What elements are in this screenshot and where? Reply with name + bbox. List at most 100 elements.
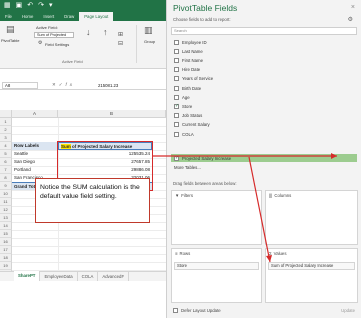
pivot-row-label[interactable]: San Diego xyxy=(12,158,58,166)
drag-fields-label: Drag fields between areas below: xyxy=(173,181,237,186)
undo-icon[interactable]: ↶ xyxy=(27,0,33,12)
field-item[interactable]: First Name xyxy=(174,56,203,64)
field-checkbox[interactable] xyxy=(174,122,179,128)
field-item[interactable]: Projected Salary Increase xyxy=(171,154,357,162)
row-header[interactable]: 19 xyxy=(0,262,12,270)
field-checkbox[interactable] xyxy=(174,113,179,119)
field-checkbox[interactable] xyxy=(174,48,179,54)
close-icon[interactable]: × xyxy=(351,4,355,11)
values-area[interactable] xyxy=(265,248,358,303)
rows-pill-store[interactable]: Store xyxy=(174,262,259,270)
gridline-horizontal xyxy=(12,230,166,231)
save-icon[interactable]: ▣ xyxy=(16,0,23,12)
field-checkbox[interactable] xyxy=(174,155,179,161)
field-checkbox[interactable] xyxy=(174,85,179,91)
fx-icon[interactable]: fx xyxy=(66,82,76,87)
row-header[interactable]: 15 xyxy=(0,230,12,238)
row-header[interactable]: 11 xyxy=(0,198,12,206)
row-header[interactable]: 12 xyxy=(0,206,12,214)
field-settings-button[interactable]: Field Settings xyxy=(45,42,69,47)
row-header[interactable]: 3 xyxy=(0,134,12,142)
row-header[interactable]: 16 xyxy=(0,238,12,246)
field-checkbox[interactable] xyxy=(174,76,179,82)
redo-icon[interactable]: ↷ xyxy=(38,0,44,12)
row-header[interactable]: 9 xyxy=(0,182,12,190)
field-item[interactable]: Employee ID xyxy=(174,38,207,46)
field-label: COLA xyxy=(182,131,194,137)
gear-icon[interactable]: ⚙ xyxy=(348,16,353,23)
sheet-tab-advancedf[interactable]: AdvancedF xyxy=(98,271,130,282)
field-checkbox[interactable] xyxy=(174,39,179,45)
values-label: Values xyxy=(273,251,287,256)
row-header[interactable]: 13 xyxy=(0,214,12,222)
row-header[interactable]: 8 xyxy=(0,174,12,182)
field-checkbox[interactable] xyxy=(174,57,179,63)
sheet-tab-cola[interactable]: COLA xyxy=(78,271,99,282)
tab-file[interactable]: File xyxy=(0,14,17,19)
field-checkbox[interactable] xyxy=(174,94,179,100)
drill-down-icon[interactable]: ↓ xyxy=(86,27,91,37)
row-header[interactable]: 18 xyxy=(0,254,12,262)
field-item[interactable]: Store xyxy=(174,102,192,110)
row-header[interactable]: 2 xyxy=(0,126,12,134)
field-item[interactable]: Age xyxy=(174,93,190,101)
row-header[interactable]: 6 xyxy=(0,158,12,166)
field-checkbox[interactable] xyxy=(174,103,179,109)
expand-field-icon[interactable]: ⊞ xyxy=(118,31,123,38)
row-header[interactable]: 14 xyxy=(0,222,12,230)
tab-home[interactable]: Home xyxy=(17,14,38,19)
field-item[interactable]: Last Name xyxy=(174,47,203,55)
select-all-corner[interactable] xyxy=(0,110,12,118)
gridline-horizontal xyxy=(12,126,166,127)
defer-checkbox[interactable] xyxy=(173,308,178,313)
pivottable-button[interactable]: PivotTable xyxy=(1,38,19,43)
more-tables-link[interactable]: More Tables... xyxy=(174,165,201,170)
columns-area[interactable] xyxy=(265,190,358,245)
name-box[interactable]: A8 xyxy=(2,82,38,89)
active-field-input[interactable]: Sum of Projected xyxy=(34,32,74,38)
pivot-row-labels-header[interactable]: Row Labels xyxy=(12,142,58,150)
defer-label: Defer Layout Update xyxy=(181,308,221,313)
values-pill-sum[interactable]: Sum of Projected Salary Increase xyxy=(268,262,355,270)
field-item[interactable]: Years of Service xyxy=(174,75,213,83)
search-input[interactable]: Search xyxy=(171,27,357,35)
tab-page-layout[interactable]: Page Layout xyxy=(79,12,114,21)
field-item[interactable]: Hire Date xyxy=(174,66,200,74)
update-button[interactable]: Update xyxy=(341,308,355,313)
column-header-b[interactable]: B xyxy=(58,110,166,118)
group-icon[interactable]: ▥ xyxy=(144,25,153,36)
drill-up-icon[interactable]: ↑ xyxy=(103,27,108,37)
sheet-tab-employeedata[interactable]: EmployeeData xyxy=(40,271,78,282)
row-header[interactable]: 5 xyxy=(0,150,12,158)
pivot-row-label[interactable]: Seattle xyxy=(12,150,58,158)
field-label: Store xyxy=(182,103,193,109)
field-label: Employee ID xyxy=(182,39,207,45)
rows-area[interactable] xyxy=(171,248,262,303)
row-header[interactable]: 10 xyxy=(0,190,12,198)
title-bar: ▦ ▣ ↶ ↷ ▾ xyxy=(0,0,166,12)
ribbon: ▤ PivotTable Active Field: Sum of Projec… xyxy=(0,21,166,69)
formula-icons: ✕✓fx xyxy=(52,82,76,87)
rows-icon: ≡ xyxy=(175,251,178,256)
row-header[interactable]: 17 xyxy=(0,246,12,254)
tab-draw[interactable]: Draw xyxy=(59,14,79,19)
row-header[interactable]: 7 xyxy=(0,166,12,174)
pivot-row-label[interactable]: Portland xyxy=(12,166,58,174)
quick-access-dropdown-icon[interactable]: ▾ xyxy=(49,0,53,12)
field-item[interactable]: Current Salary xyxy=(174,121,210,129)
field-checkbox[interactable] xyxy=(174,67,179,73)
row-header[interactable]: 1 xyxy=(0,118,12,126)
field-item[interactable]: Job Status xyxy=(174,112,202,120)
sigma-icon: Σ xyxy=(269,251,272,256)
filters-area[interactable] xyxy=(171,190,262,245)
formula-value[interactable]: 215081.23 xyxy=(98,83,118,88)
pivottable-icon[interactable]: ▤ xyxy=(6,24,15,35)
column-header-a[interactable]: A xyxy=(12,110,58,118)
tab-insert[interactable]: Insert xyxy=(38,14,59,19)
field-checkbox[interactable] xyxy=(174,131,179,137)
field-item[interactable]: Birth Date xyxy=(174,84,201,92)
row-header[interactable]: 4 xyxy=(0,142,12,150)
group-button[interactable]: Group xyxy=(144,39,155,44)
collapse-field-icon[interactable]: ⊟ xyxy=(118,40,123,47)
field-item[interactable]: COLA xyxy=(174,130,194,138)
